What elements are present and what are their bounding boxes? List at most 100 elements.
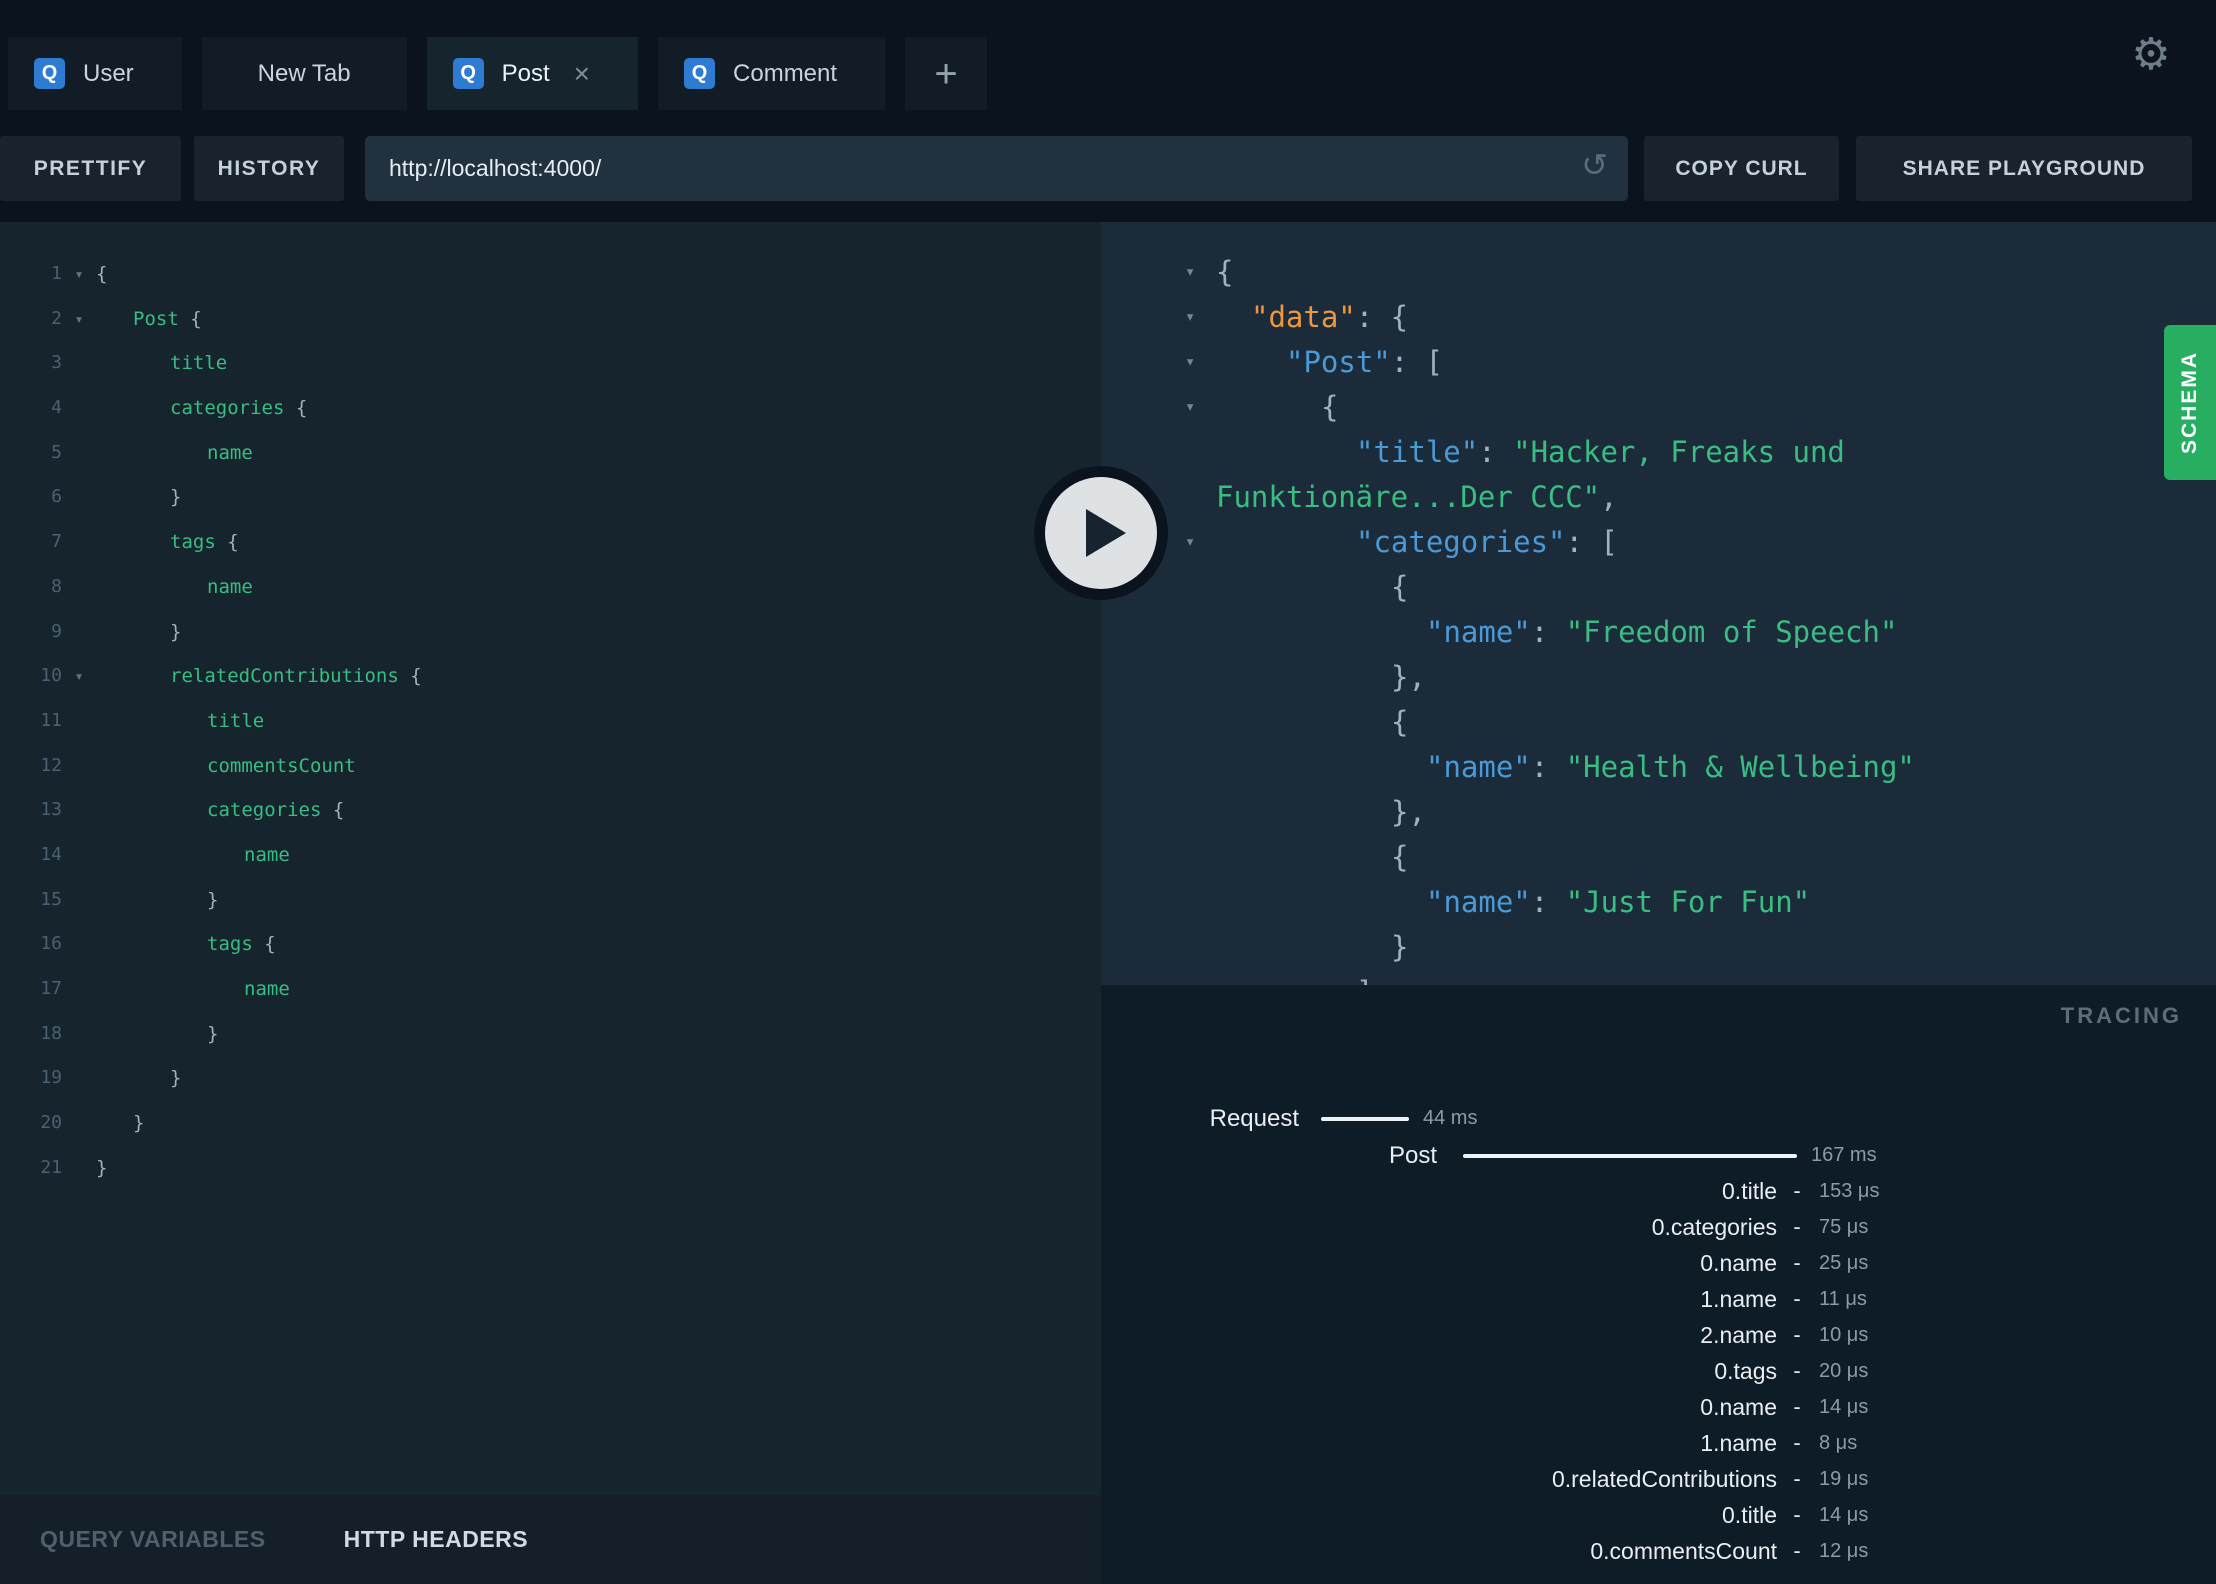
dash-icon: - [1793, 1250, 1801, 1275]
editor-line: 14 name [0, 833, 1101, 878]
response-pane[interactable]: ▾{▾ "data": {▾ "Post": [▾{"title": "Hacker… [1101, 222, 2216, 985]
tracing-row: 0.name -25 μs [1101, 1245, 2216, 1281]
fold-arrow-icon[interactable]: ▾ [62, 252, 96, 297]
gear-icon: ⚙ [2131, 30, 2171, 79]
toolbar: PRETTIFY HISTORY ↺ COPY CURL SHARE PLAYG… [0, 136, 2216, 222]
http-headers-tab[interactable]: HTTP HEADERS [344, 1526, 529, 1553]
tracing-title[interactable]: TRACING [2061, 1003, 2182, 1029]
tab-post[interactable]: Q Post × [426, 37, 639, 110]
line-number: 6 [51, 486, 62, 508]
code-text: } [96, 610, 181, 655]
resolver-duration: 14 μs [1819, 1396, 1869, 1418]
tracing-row: 0.tags -20 μs [1101, 1353, 2216, 1389]
json-token: "data" [1251, 300, 1356, 334]
line-number: 19 [40, 1067, 62, 1089]
response-line: { [1101, 700, 2136, 745]
json-token: ], [1356, 975, 1391, 985]
query-variables-tab[interactable]: QUERY VARIABLES [40, 1526, 266, 1553]
span-duration-bar [1321, 1117, 1409, 1121]
editor-line: 8 name [0, 565, 1101, 610]
resolver-duration: 10 μs [1819, 1324, 1869, 1346]
code-token: } [170, 620, 182, 643]
json-token: "categories" [1356, 525, 1566, 559]
fold-arrow-icon [62, 520, 96, 565]
line-number: 1 [51, 263, 62, 284]
resolver-duration: 11 μs [1819, 1288, 1867, 1310]
response-line: ▾ "categories": [ [1101, 520, 2136, 565]
response-line: "name": "Health & Wellbeing" [1101, 745, 2136, 790]
tracing-row: 1.name -11 μs [1101, 1281, 2216, 1317]
json-token: "Hacker, Freaks und Funktionäre...Der CC… [1216, 435, 1863, 514]
copy-curl-button[interactable]: COPY CURL [1644, 136, 1839, 201]
tab-user[interactable]: Q User [8, 37, 182, 110]
editor-line: 1 ▾{ [0, 252, 1101, 297]
tracing-span: Request 44 ms [1101, 1100, 2216, 1137]
code-token: tags [207, 933, 253, 956]
reload-schema-icon[interactable]: ↺ [1581, 149, 1608, 181]
editor-line: 5 name [0, 431, 1101, 476]
code-text: relatedContributions { [96, 654, 422, 699]
history-button[interactable]: HISTORY [194, 136, 344, 201]
endpoint-input[interactable] [365, 136, 1628, 201]
response-line: ], [1101, 970, 2136, 985]
line-number: 9 [51, 620, 62, 642]
json-token: { [1391, 570, 1409, 604]
settings-button[interactable]: ⚙ [2120, 24, 2182, 86]
tab-label: Post [501, 59, 550, 87]
editor-line: 20} [0, 1101, 1101, 1146]
code-text: categories { [96, 788, 344, 833]
response-line: ▾ "Post": [ [1101, 340, 2136, 385]
schema-tab[interactable]: SCHEMA [2164, 325, 2216, 480]
json-token: "name" [1426, 750, 1531, 784]
span-duration-bar [1463, 1154, 1797, 1158]
dash-icon: - [1793, 1286, 1801, 1311]
tab-comment[interactable]: Q Comment [658, 37, 886, 110]
line-number: 21 [40, 1156, 62, 1178]
span-duration-label: 44 ms [1423, 1107, 1478, 1129]
fold-arrow-icon[interactable]: ▾ [1185, 520, 1195, 565]
tab-new-tab[interactable]: New Tab [201, 37, 407, 110]
resolver-path: 0.tags [1714, 1358, 1777, 1384]
query-editor[interactable]: 1 ▾{2 ▾ Post {3 title 4 categories {5 name 6} 7 ta… [0, 252, 1101, 1190]
graphql-playground-app: Q User New Tab Q Post × Q Comment + ⚙ PRETTIFY H… [0, 0, 2216, 1584]
code-token: tags [170, 531, 216, 554]
fold-arrow-icon[interactable]: ▾ [62, 654, 96, 699]
resolver-duration: 25 μs [1819, 1252, 1869, 1274]
fold-arrow-icon [62, 610, 96, 655]
line-number: 7 [51, 531, 62, 553]
code-text: title [96, 699, 264, 744]
resolver-path: 0.relatedContributions [1551, 1466, 1777, 1492]
close-tab-icon[interactable]: × [574, 59, 590, 88]
response-line: { [1101, 565, 2136, 610]
editor-line: 21} [0, 1146, 1101, 1191]
line-number: 20 [40, 1112, 62, 1134]
json-token: { [1216, 255, 1234, 289]
line-number: 5 [51, 441, 62, 463]
execute-query-button[interactable] [1034, 466, 1168, 600]
query-badge-icon: Q [684, 58, 716, 89]
code-token: } [170, 1067, 182, 1090]
fold-arrow-icon [62, 475, 96, 520]
editor-line: 7 tags { [0, 520, 1101, 565]
line-number: 13 [40, 799, 62, 821]
fold-arrow-icon[interactable]: ▾ [1185, 340, 1195, 385]
dash-icon: - [1793, 1466, 1801, 1491]
code-token: } [207, 1022, 219, 1045]
tracing-resolver-rows: 0.title -153 μs 0.categories -75 μs 0.name -2… [1101, 1173, 2216, 1569]
fold-arrow-icon[interactable]: ▾ [1185, 385, 1195, 430]
line-number: 18 [40, 1022, 62, 1044]
resolver-path: 2.name [1700, 1322, 1777, 1348]
editor-line: 15} [0, 878, 1101, 923]
code-text: name [96, 565, 253, 610]
dash-icon: - [1793, 1430, 1801, 1455]
span-label: Post [1388, 1142, 1437, 1169]
fold-arrow-icon [62, 1146, 96, 1191]
add-tab-button[interactable]: + [905, 37, 988, 110]
fold-arrow-icon[interactable]: ▾ [1185, 250, 1195, 295]
fold-arrow-icon[interactable]: ▾ [62, 297, 96, 342]
span-label: Request [1209, 1105, 1299, 1132]
prettify-button[interactable]: PRETTIFY [0, 136, 181, 201]
fold-arrow-icon [62, 878, 96, 923]
share-playground-button[interactable]: SHARE PLAYGROUND [1856, 136, 2192, 201]
fold-arrow-icon[interactable]: ▾ [1185, 295, 1195, 340]
